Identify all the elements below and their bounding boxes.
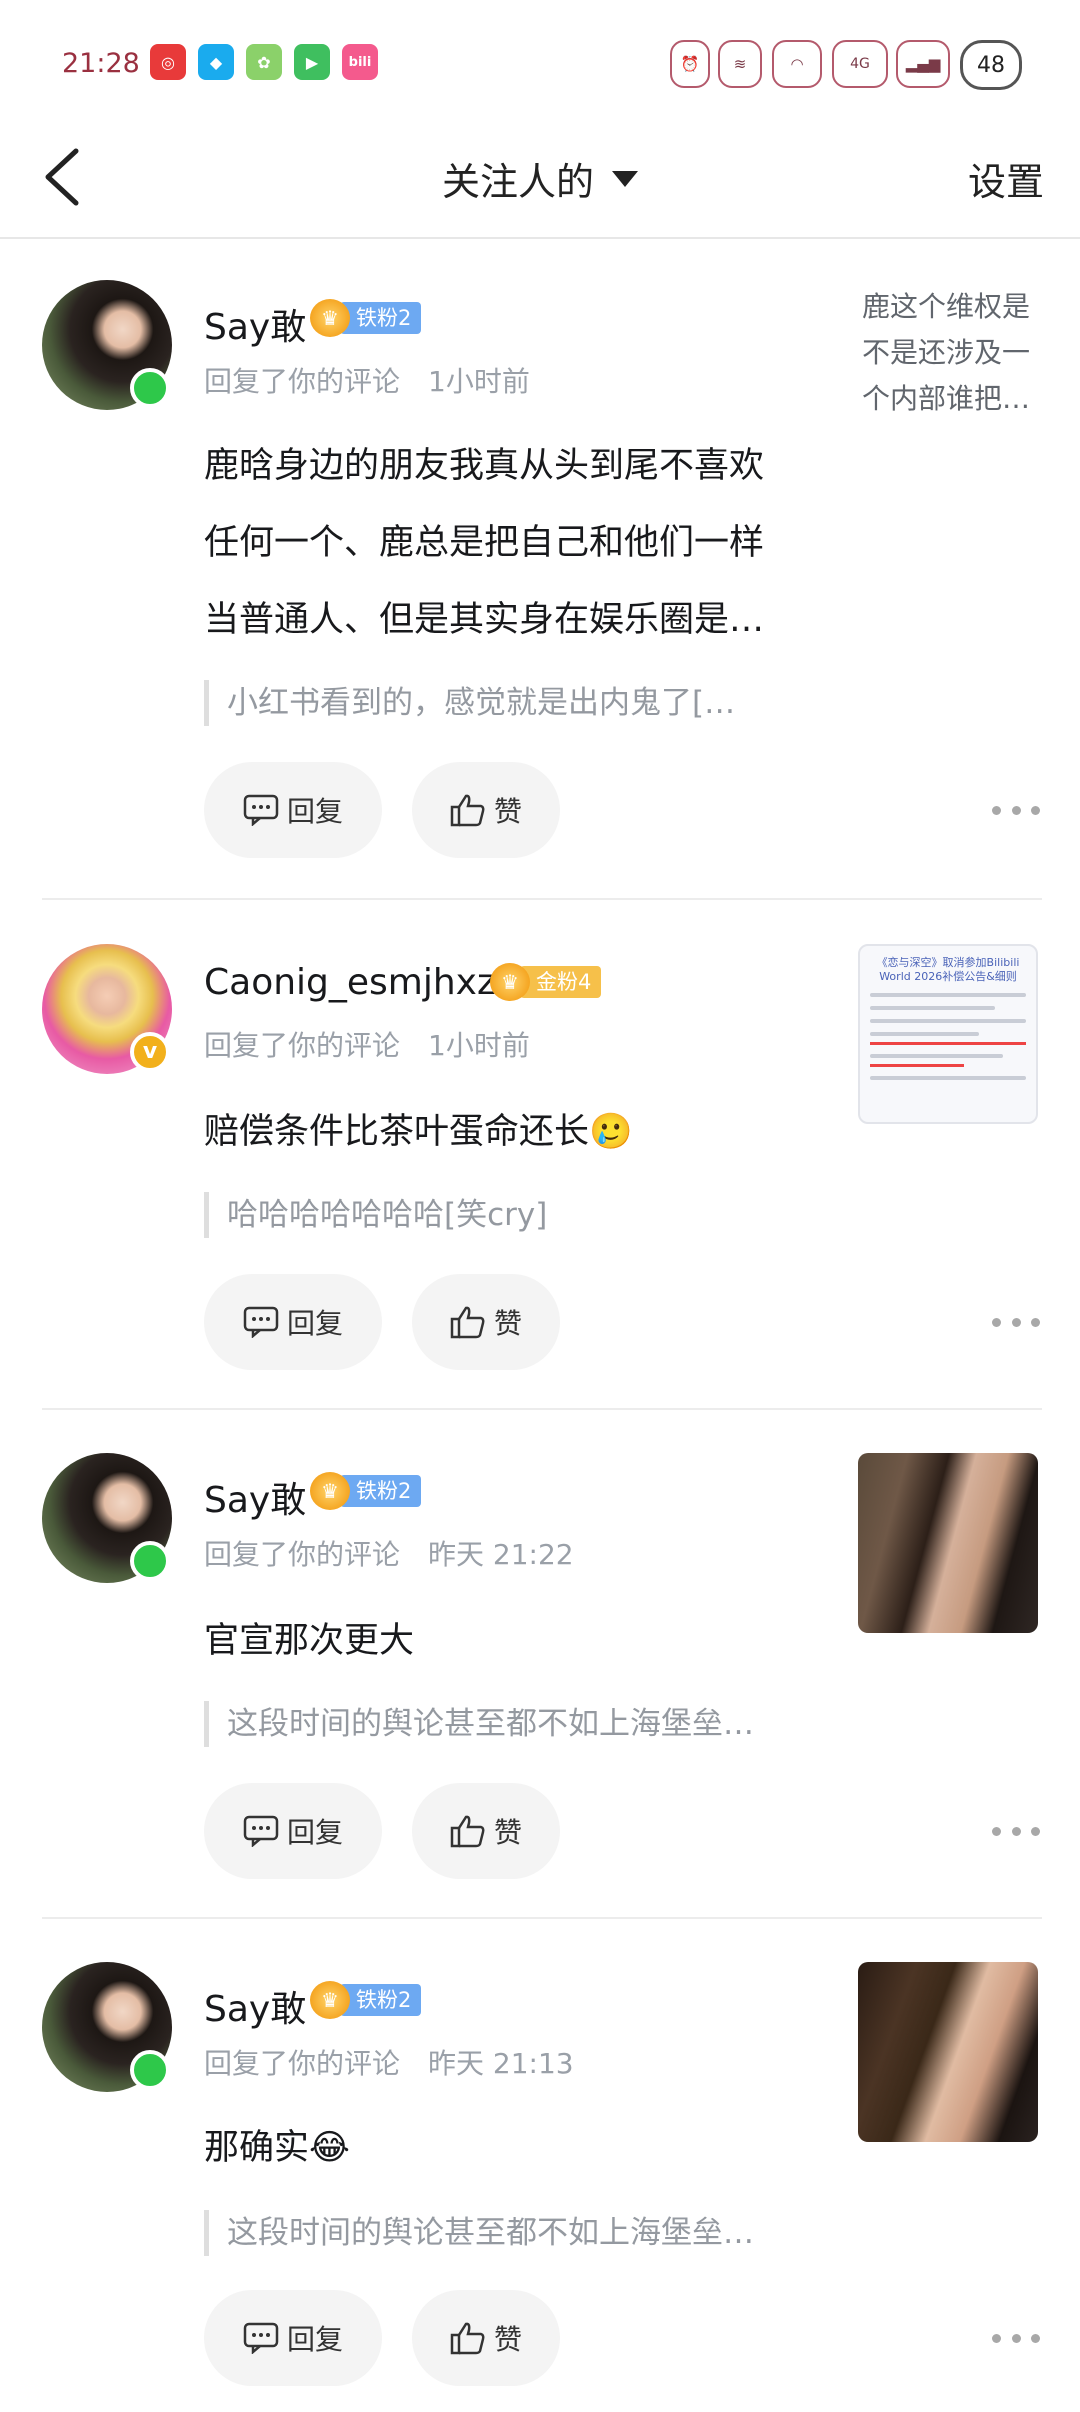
- original-post-thumbnail[interactable]: 《恋与深空》取消参加Bilibili World 2026补偿公告&细则: [858, 944, 1038, 1124]
- vibrate-icon: ≋: [718, 40, 762, 88]
- quoted-comment[interactable]: 哈哈哈哈哈哈哈[笑cry]: [204, 1192, 547, 1238]
- netease-music-icon: ◎: [150, 44, 186, 80]
- verified-icon: v: [130, 1032, 170, 1072]
- reply-content[interactable]: 鹿晗身边的朋友我真从头到尾不喜欢任何一个、鹿总是把自己和他们一样当普通人、但是其…: [204, 428, 794, 659]
- username[interactable]: Say敢: [204, 298, 306, 350]
- online-status-icon: [130, 1541, 170, 1581]
- comment-icon: [243, 794, 279, 826]
- bilibili-icon: bili: [342, 44, 378, 80]
- alarm-icon: ⏰: [670, 40, 710, 88]
- comment-icon: [243, 1815, 279, 1847]
- reply-button-label: 回复: [286, 1307, 343, 1340]
- online-status-icon: [130, 2050, 170, 2090]
- crown-icon: ♛: [490, 963, 530, 1001]
- like-button-label: 赞: [493, 795, 522, 828]
- action-text: 回复了你的评论: [204, 1029, 401, 1062]
- like-button[interactable]: 赞: [412, 1274, 560, 1370]
- reply-button-label: 回复: [286, 1816, 343, 1849]
- online-status-icon: [130, 368, 170, 408]
- signal-icon: ▂▄▆: [896, 40, 950, 88]
- reply-button-label: 回复: [286, 2323, 343, 2356]
- fan-badge-label: 铁粉2: [340, 1984, 422, 2016]
- status-bar: 21:28 ◎ ◆ ✿ ▶ bili ⏰ ≋ ◠ 4G ▂▄▆ 48: [0, 0, 1080, 125]
- reply-meta: 回复了你的评论 1小时前: [204, 360, 530, 400]
- fan-badge-label: 金粉4: [520, 966, 602, 998]
- crown-icon: ♛: [310, 299, 350, 337]
- more-options-icon[interactable]: [992, 1819, 1040, 1843]
- fan-badge: ♛ 铁粉2: [310, 1472, 422, 1510]
- like-button[interactable]: 赞: [412, 2290, 560, 2386]
- timestamp: 昨天 21:13: [428, 2047, 574, 2080]
- reply-button[interactable]: 回复: [204, 762, 382, 858]
- caret-down-icon: [612, 170, 638, 187]
- timestamp: 昨天 21:22: [428, 1538, 574, 1571]
- like-button-label: 赞: [493, 2323, 522, 2356]
- top-nav: 关注人的 设置: [0, 125, 1080, 239]
- network-4g-icon: 4G: [832, 40, 888, 88]
- video-app-icon: ▶: [294, 44, 330, 80]
- thumbs-up-icon: [450, 1815, 485, 1848]
- reply-meta: 回复了你的评论 昨天 21:22: [204, 1533, 574, 1573]
- reply-content[interactable]: 官宣那次更大: [204, 1603, 794, 1680]
- thumbs-up-icon: [450, 2322, 485, 2355]
- original-post-preview[interactable]: 鹿这个维权是不是还涉及一个内部谁把…: [862, 284, 1042, 422]
- settings-link[interactable]: 设置: [968, 151, 1044, 206]
- like-button-label: 赞: [493, 1307, 522, 1340]
- fan-badge: ♛ 铁粉2: [310, 1981, 422, 2019]
- timestamp: 1小时前: [428, 365, 530, 398]
- like-button[interactable]: 赞: [412, 1783, 560, 1879]
- status-time: 21:28: [62, 48, 140, 79]
- thumbs-up-icon: [450, 1306, 485, 1339]
- divider: [42, 1917, 1042, 1919]
- like-button-label: 赞: [493, 1816, 522, 1849]
- more-options-icon[interactable]: [992, 2326, 1040, 2350]
- crown-icon: ♛: [310, 1472, 350, 1510]
- original-post-thumbnail[interactable]: [858, 1962, 1038, 2142]
- comment-icon: [243, 2322, 279, 2354]
- fan-badge: ♛ 铁粉2: [310, 299, 422, 337]
- page-title: 关注人的: [441, 160, 594, 204]
- reply-button[interactable]: 回复: [204, 1783, 382, 1879]
- quoted-comment[interactable]: 小红书看到的，感觉就是出内鬼了[…: [204, 680, 735, 726]
- quoted-comment[interactable]: 这段时间的舆论甚至都不如上海堡垒…: [204, 1701, 754, 1747]
- username[interactable]: Say敢: [204, 1471, 306, 1523]
- action-text: 回复了你的评论: [204, 365, 401, 398]
- reply-button[interactable]: 回复: [204, 2290, 382, 2386]
- comment-icon: [243, 1306, 279, 1338]
- wifi-icon: ◠: [772, 40, 822, 88]
- reply-meta: 回复了你的评论 昨天 21:13: [204, 2042, 574, 2082]
- app-icon: ✿: [246, 44, 282, 80]
- original-post-thumbnail[interactable]: [858, 1453, 1038, 1633]
- quoted-comment[interactable]: 这段时间的舆论甚至都不如上海堡垒…: [204, 2210, 754, 2256]
- username[interactable]: Say敢: [204, 1980, 306, 2032]
- more-options-icon[interactable]: [992, 798, 1040, 822]
- reply-button-label: 回复: [286, 795, 343, 828]
- crown-icon: ♛: [310, 1981, 350, 2019]
- fan-badge-label: 铁粉2: [340, 1475, 422, 1507]
- thumbs-up-icon: [450, 794, 485, 827]
- thumbnail-title: 《恋与深空》取消参加Bilibili World 2026补偿公告&细则: [876, 956, 1020, 983]
- reply-content[interactable]: 那确实😂: [204, 2110, 794, 2187]
- divider: [42, 898, 1042, 900]
- more-options-icon[interactable]: [992, 1310, 1040, 1334]
- battery-icon: 48: [960, 40, 1022, 90]
- divider: [42, 1408, 1042, 1410]
- reply-meta: 回复了你的评论 1小时前: [204, 1024, 530, 1064]
- like-button[interactable]: 赞: [412, 762, 560, 858]
- action-text: 回复了你的评论: [204, 1538, 401, 1571]
- fan-badge: ♛ 金粉4: [490, 963, 602, 1001]
- qq-icon: ◆: [198, 44, 234, 80]
- reply-button[interactable]: 回复: [204, 1274, 382, 1370]
- action-text: 回复了你的评论: [204, 2047, 401, 2080]
- username[interactable]: Caonig_esmjhxzsl: [204, 962, 525, 1003]
- timestamp: 1小时前: [428, 1029, 530, 1062]
- page-title-dropdown[interactable]: 关注人的: [0, 151, 1080, 206]
- reply-content[interactable]: 赔偿条件比茶叶蛋命还长🥲: [204, 1094, 794, 1171]
- fan-badge-label: 铁粉2: [340, 302, 422, 334]
